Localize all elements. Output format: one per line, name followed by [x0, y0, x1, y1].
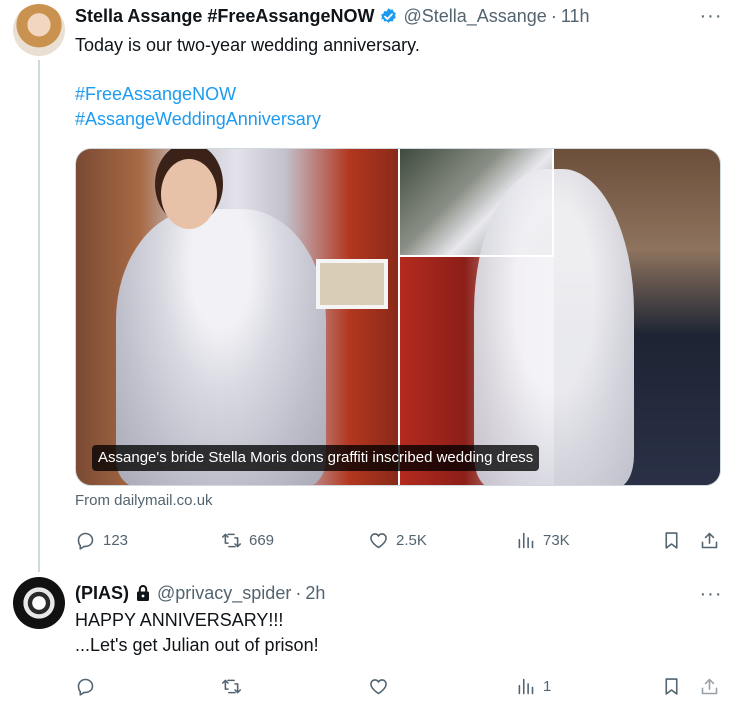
action-bar: 123 669 2.5K 73K: [75, 528, 725, 552]
timestamp[interactable]: 11h: [561, 6, 590, 27]
retweet-button[interactable]: 669: [221, 528, 274, 552]
views-count: 73K: [543, 531, 570, 549]
tweet-text: HAPPY ANNIVERSARY!!! ...Let's get Julian…: [75, 608, 319, 658]
views-button[interactable]: 73K: [515, 528, 570, 552]
reply-tweet[interactable]: (PIAS) @privacy_spider · 2h ··· HAPPY AN…: [0, 570, 745, 707]
retweet-icon: [221, 533, 242, 547]
tweet-header: (PIAS) @privacy_spider · 2h: [75, 581, 325, 605]
author-handle[interactable]: @Stella_Assange: [403, 6, 546, 27]
picture-frames-shape: [316, 259, 388, 309]
share-icon: [701, 532, 718, 548]
views-icon: [518, 678, 534, 694]
photo-bride-indoors: [76, 149, 398, 485]
share-icon: [701, 678, 718, 694]
verified-badge-icon: [381, 7, 397, 23]
like-icon: [370, 532, 387, 548]
image-divider: [552, 149, 554, 257]
bride-head-shape: [161, 159, 217, 229]
veil-shape: [474, 169, 634, 485]
avatar[interactable]: [13, 577, 65, 629]
photo-bride-back: [474, 149, 720, 485]
views-icon: [518, 532, 534, 548]
share-button[interactable]: [699, 528, 720, 552]
retweet-button[interactable]: [221, 674, 242, 698]
like-button[interactable]: [368, 674, 389, 698]
reply-icon: [77, 678, 94, 696]
tweet-header: Stella Assange #FreeAssangeNOW @Stella_A…: [75, 4, 590, 28]
image-divider: [398, 149, 400, 485]
share-button[interactable]: [699, 674, 720, 698]
image-divider: [400, 255, 554, 257]
bookmark-button[interactable]: [661, 528, 682, 552]
tweet-text-line: HAPPY ANNIVERSARY!!!: [75, 610, 284, 630]
like-count: 2.5K: [396, 531, 427, 549]
link-source[interactable]: From dailymail.co.uk: [75, 492, 213, 509]
separator-dot: ·: [550, 5, 557, 26]
like-icon: [370, 678, 387, 694]
bookmark-button[interactable]: [661, 674, 682, 698]
bookmark-icon: [665, 531, 678, 549]
tweet[interactable]: Stella Assange #FreeAssangeNOW @Stella_A…: [0, 0, 745, 572]
reply-count: 123: [103, 531, 129, 549]
link-card-image[interactable]: Assange's bride Stella Moris dons graffi…: [75, 148, 721, 486]
media-caption: Assange's bride Stella Moris dons graffi…: [92, 445, 540, 471]
views-count: 1: [543, 677, 552, 695]
author-handle[interactable]: @privacy_spider: [157, 583, 291, 604]
bookmark-icon: [665, 677, 678, 695]
retweet-count: 669: [249, 531, 275, 549]
hashtag-link[interactable]: #FreeAssangeNOW: [75, 82, 321, 107]
tweet-text: Today is our two-year wedding anniversar…: [75, 33, 420, 58]
thread-line: [38, 60, 40, 572]
more-icon[interactable]: ···: [699, 4, 723, 28]
hashtag-list: #FreeAssangeNOW #AssangeWeddingAnniversa…: [75, 82, 321, 132]
lock-icon: [137, 585, 149, 601]
author-name[interactable]: Stella Assange #FreeAssangeNOW: [75, 6, 374, 27]
author-name[interactable]: (PIAS): [75, 583, 129, 604]
reply-icon: [77, 532, 94, 550]
action-bar: 1: [75, 674, 725, 698]
reply-button[interactable]: 123: [75, 528, 128, 552]
hashtag-link[interactable]: #AssangeWeddingAnniversary: [75, 107, 321, 132]
tweet-text-line: ...Let's get Julian out of prison!: [75, 635, 319, 655]
reply-button[interactable]: [75, 674, 96, 698]
timestamp[interactable]: 2h: [305, 583, 325, 604]
retweet-icon: [221, 679, 242, 693]
tweet-text-line: Today is our two-year wedding anniversar…: [75, 35, 420, 55]
avatar[interactable]: [13, 4, 65, 56]
separator-dot: ·: [295, 582, 302, 603]
more-icon[interactable]: ···: [699, 582, 723, 606]
like-button[interactable]: 2.5K: [368, 528, 427, 552]
views-button[interactable]: 1: [515, 674, 551, 698]
